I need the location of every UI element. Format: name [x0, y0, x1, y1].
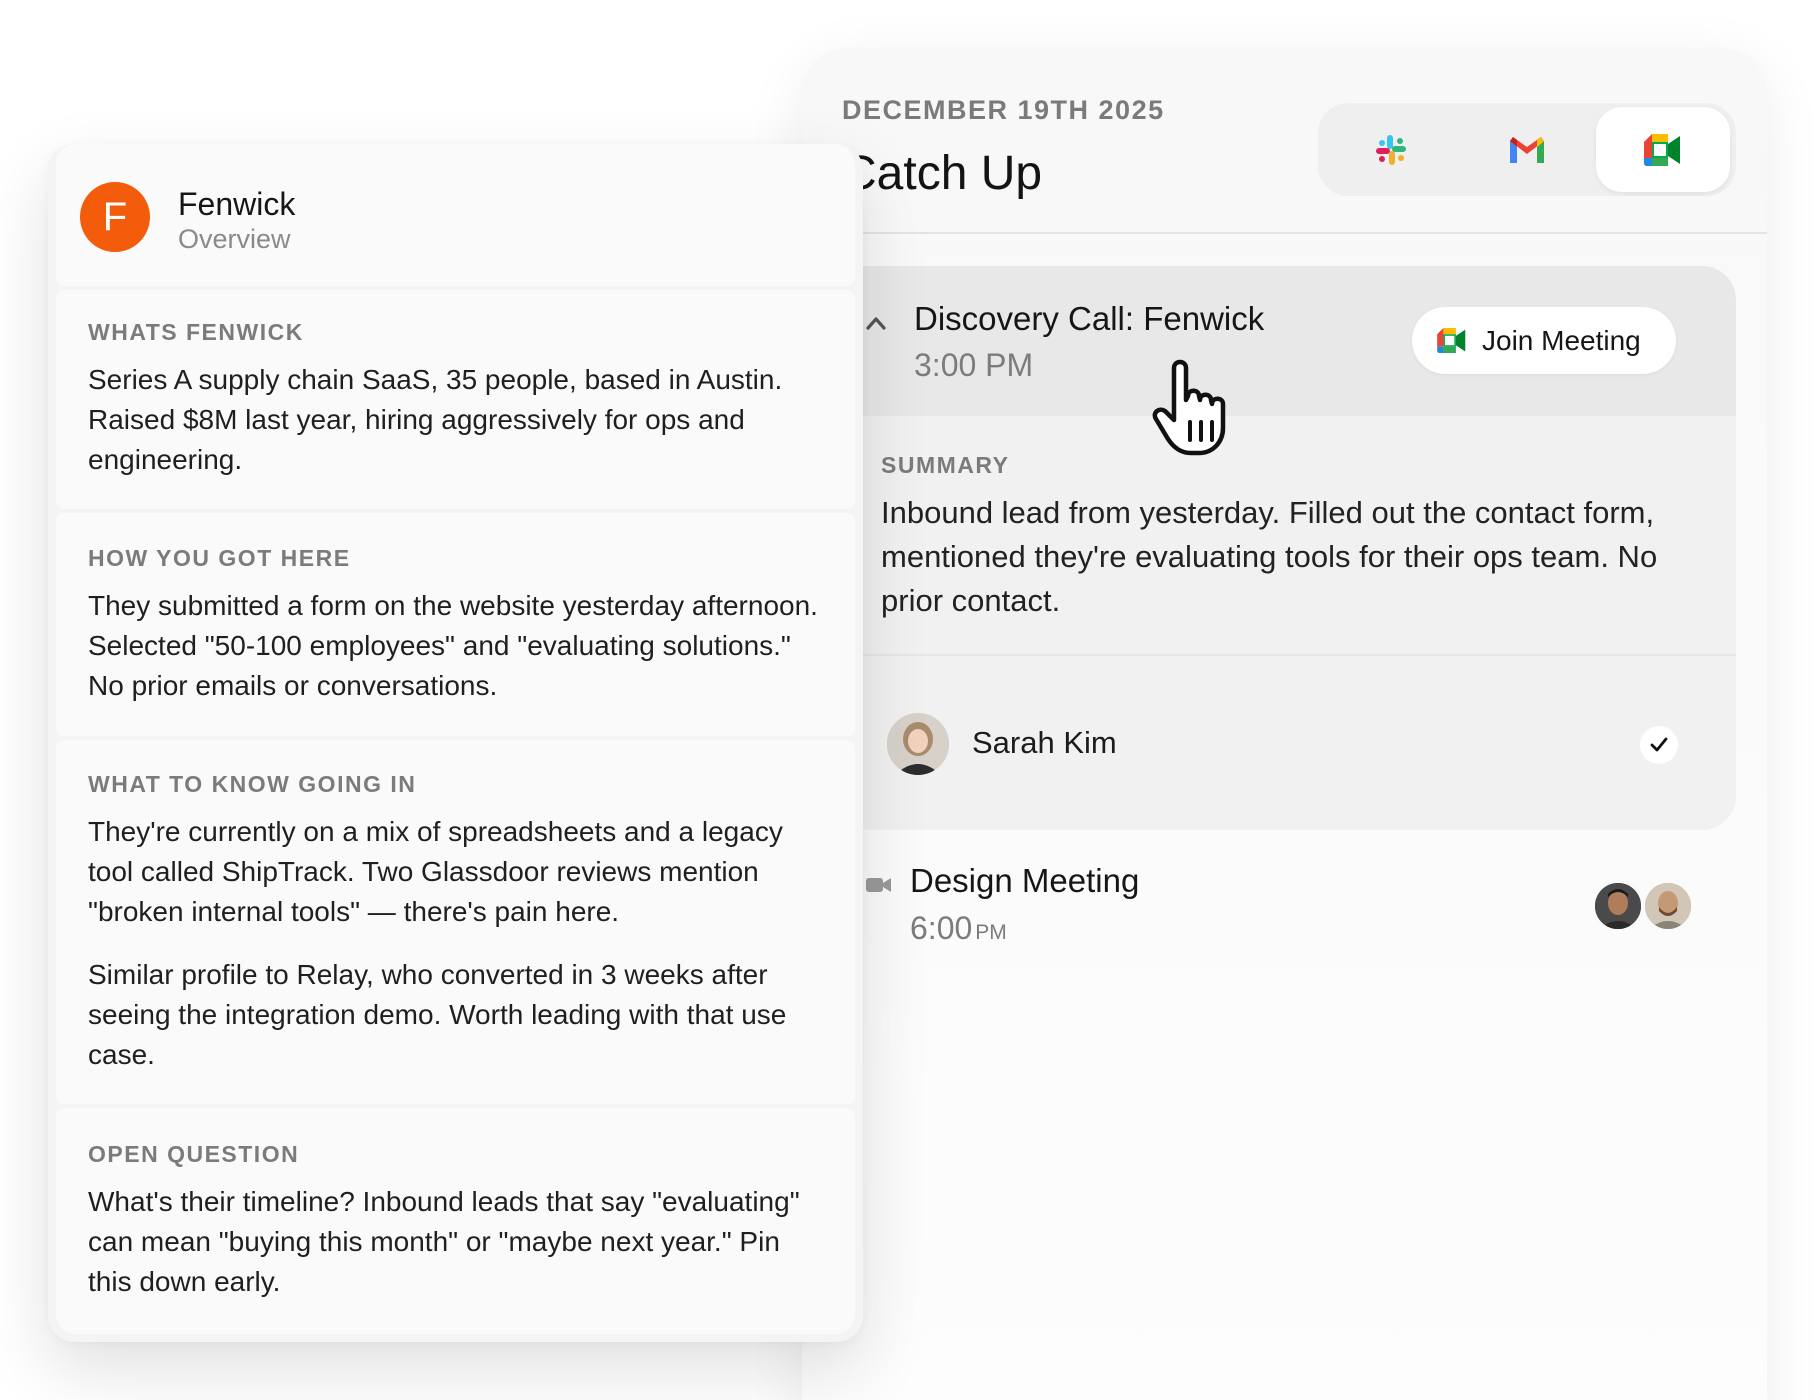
section-text: Similar profile to Relay, who converted …	[88, 959, 787, 1070]
section-text: They submitted a form on the website yes…	[88, 590, 818, 701]
chevron-up-icon[interactable]	[864, 313, 888, 333]
section-label: WHAT TO KNOW GOING IN	[88, 771, 417, 797]
attendee-name: Sarah Kim	[972, 725, 1117, 760]
person-photo-icon	[1645, 883, 1691, 929]
person-photo-icon	[887, 713, 949, 775]
meeting-title: Discovery Call: Fenwick	[914, 300, 1265, 337]
summary-label: SUMMARY	[881, 452, 1010, 478]
section-label: WHATS FENWICK	[88, 319, 304, 345]
company-name: Fenwick	[178, 186, 296, 222]
summary-text: Inbound lead from yesterday. Filled out …	[881, 495, 1658, 618]
join-meeting-label: Join Meeting	[1482, 324, 1641, 356]
avatar	[1642, 880, 1694, 932]
tab-gmail[interactable]	[1460, 107, 1594, 192]
attendee-divider	[832, 654, 1736, 656]
google-meet-icon	[1644, 133, 1680, 166]
schedule-title: Catch Up	[842, 147, 1043, 200]
gmail-icon	[1510, 136, 1544, 163]
meeting-title-design[interactable]: Design Meeting	[910, 862, 1139, 900]
check-icon	[1650, 737, 1668, 752]
attendee-avatars	[1592, 880, 1702, 932]
attendance-status	[1640, 726, 1678, 764]
meeting-card-discovery-call: Discovery Call: Fenwick 3:00 PM Join Mee…	[832, 266, 1736, 830]
schedule-date: DECEMBER 19TH 2025	[842, 95, 1165, 125]
tab-google-meet[interactable]	[1596, 107, 1730, 192]
schedule-panel: DECEMBER 19TH 2025 Catch Up Discovery Ca…	[802, 48, 1767, 1400]
meeting-time-meridiem: PM	[975, 921, 1007, 944]
stage: DECEMBER 19TH 2025 Catch Up Discovery Ca…	[0, 0, 1820, 1400]
section-label: OPEN QUESTION	[88, 1141, 300, 1167]
section-label: HOW YOU GOT HERE	[88, 545, 351, 571]
meeting-time: 3:00 PM	[914, 347, 1034, 383]
join-meeting-button[interactable]: Join Meeting	[1412, 307, 1676, 374]
overview-header	[56, 144, 855, 286]
section-text: They're currently on a mix of spreadshee…	[88, 816, 783, 927]
tab-slack[interactable]	[1324, 107, 1458, 192]
app-switcher	[1318, 103, 1736, 196]
company-subtitle: Overview	[178, 224, 291, 254]
slack-icon	[1376, 134, 1406, 165]
google-meet-icon	[1437, 328, 1466, 353]
section-text: Series A supply chain SaaS, 35 people, b…	[88, 364, 783, 475]
section-text: What's their timeline? Inbound leads tha…	[88, 1186, 800, 1297]
person-photo-icon	[1595, 883, 1641, 929]
video-camera-icon	[866, 878, 891, 892]
hand-pointer-cursor-icon	[1152, 359, 1226, 456]
avatar	[887, 713, 949, 775]
meeting-time-design: 6:00 PM	[910, 910, 1007, 947]
header-divider	[802, 232, 1767, 234]
meeting-time-value: 6:00	[910, 910, 973, 946]
company-avatar: F	[80, 182, 150, 252]
meeting-header[interactable]: Discovery Call: Fenwick 3:00 PM Join Mee…	[832, 266, 1736, 416]
avatar	[1592, 880, 1644, 932]
